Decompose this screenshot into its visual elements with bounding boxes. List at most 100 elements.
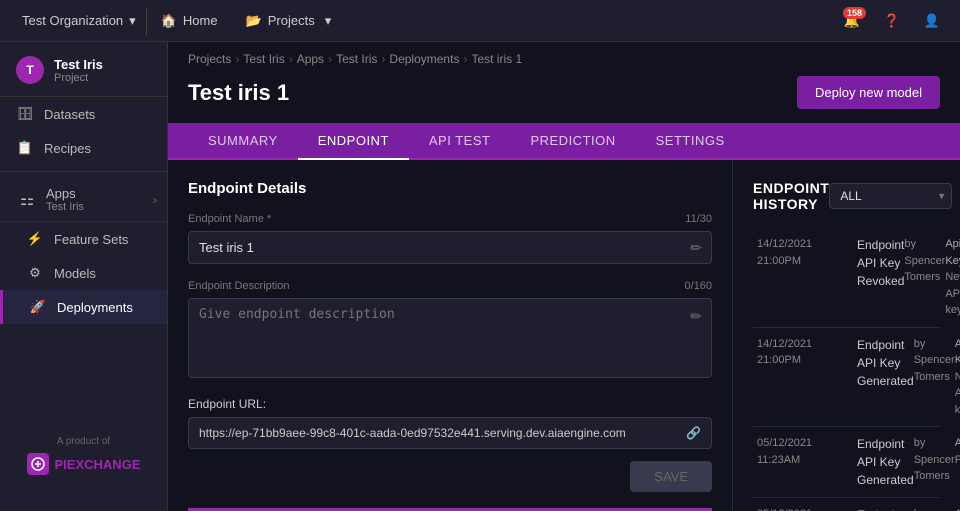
history-event: Endpoint API Key Generated <box>857 506 914 511</box>
page-header: Test iris 1 Deploy new model <box>168 76 960 123</box>
sidebar-item-recipes[interactable]: 📋 Recipes <box>0 131 167 165</box>
feature-sets-label: Feature Sets <box>54 232 128 247</box>
history-event: Endpoint API Key Generated <box>857 435 914 489</box>
tab-settings[interactable]: SETTINGS <box>636 123 745 160</box>
models-icon: ⚙ <box>26 265 44 281</box>
help-icon: ❓ <box>884 13 900 29</box>
history-meta: Api Key New API key <box>955 336 960 419</box>
user-icon: 👤 <box>924 13 940 29</box>
history-date: 05/12/202111:23AM <box>757 506 857 511</box>
breadcrumb-deployments[interactable]: Deployments <box>389 52 459 66</box>
breadcrumb-current: Test iris 1 <box>471 52 522 66</box>
save-button[interactable]: SAVE <box>630 461 712 492</box>
endpoint-desc-group: Endpoint Description 0/160 ✏ <box>188 280 712 381</box>
folder-icon: 📂 <box>246 13 262 29</box>
apps-label: Apps <box>46 186 149 201</box>
sidebar-item-models[interactable]: ⚙ Models <box>0 256 167 290</box>
endpoint-url-label: Endpoint URL: <box>188 397 712 411</box>
piexchange-icon <box>27 453 49 475</box>
main-content: Projects › Test Iris › Apps › Test Iris … <box>168 42 960 511</box>
edit-name-icon[interactable]: ✏ <box>690 239 702 256</box>
endpoint-details-title: Endpoint Details <box>188 180 712 197</box>
endpoint-name-label: Endpoint Name * 11/30 <box>188 213 712 225</box>
history-by: by SpencerTomers <box>914 506 955 511</box>
datasets-icon: 🗄 <box>16 106 34 122</box>
tab-summary[interactable]: SUMMARY <box>188 123 298 160</box>
datasets-label: Datasets <box>44 107 95 122</box>
breadcrumb-projects[interactable]: Projects <box>188 52 231 66</box>
home-label: Home <box>183 13 218 28</box>
deployments-label: Deployments <box>57 300 133 315</box>
app-layout: T Test Iris Project 🗄 Datasets 📋 Recipes… <box>0 42 960 511</box>
breadcrumb-test-iris-2[interactable]: Test Iris <box>336 52 377 66</box>
history-meta-key: Api Key <box>955 435 960 452</box>
recipes-label: Recipes <box>44 141 91 156</box>
sidebar-item-datasets[interactable]: 🗄 Datasets <box>0 97 167 131</box>
history-row: 14/12/202121:00PM Endpoint API Key Revok… <box>753 228 940 328</box>
history-meta: Api Key Development <box>955 506 960 511</box>
breadcrumb-sep-5: › <box>463 52 467 66</box>
history-row: 05/12/202111:23AM Endpoint API Key Gener… <box>753 498 940 511</box>
endpoint-details-panel: Endpoint Details Endpoint Name * 11/30 ✏… <box>168 160 733 511</box>
top-nav: Test Organization ▾ 🏠 Home 📂 Projects ▾ … <box>0 0 960 42</box>
sidebar-item-deployments[interactable]: 🚀 Deployments <box>0 290 167 324</box>
history-row: 05/12/202111:23AM Endpoint API Key Gener… <box>753 427 940 498</box>
home-nav-item[interactable]: 🏠 Home <box>147 7 232 35</box>
history-meta-key: Api Key <box>945 236 960 269</box>
endpoint-desc-textarea[interactable] <box>188 298 712 378</box>
history-by: by SpencerTomers <box>904 236 945 286</box>
endpoint-name-input-wrapper: ✏ <box>188 231 712 264</box>
endpoint-name-counter: 11/30 <box>685 213 712 225</box>
history-filter-select[interactable]: ALL API KEY DEPLOYMENT <box>829 183 952 209</box>
tab-api-test[interactable]: API TEST <box>409 123 511 160</box>
history-event: Endpoint API Key Revoked <box>857 236 904 290</box>
filter-wrapper: ALL API KEY DEPLOYMENT ▾ <box>829 183 952 209</box>
apps-sublabel: Test Iris <box>46 201 149 213</box>
help-button[interactable]: ❓ <box>876 5 908 37</box>
endpoint-history-header: ENDPOINT HISTORY ALL API KEY DEPLOYMENT … <box>753 180 940 212</box>
notifications-button[interactable]: 🔔 158 <box>836 5 868 37</box>
deploy-new-model-button[interactable]: Deploy new model <box>797 76 940 109</box>
breadcrumb-sep-1: › <box>235 52 239 66</box>
recipes-icon: 📋 <box>16 140 34 156</box>
history-by: by SpencerTomers <box>914 336 955 386</box>
endpoint-url-value: https://ep-71bb9aee-99c8-401c-aada-0ed97… <box>199 426 626 440</box>
apps-icon: ⚏ <box>16 190 38 210</box>
sidebar-item-feature-sets[interactable]: ⚡ Feature Sets <box>0 222 167 256</box>
projects-chevron-icon: ▾ <box>325 13 332 29</box>
deployments-icon: 🚀 <box>29 299 47 315</box>
user-menu-button[interactable]: 👤 <box>916 5 948 37</box>
endpoint-history-title: ENDPOINT HISTORY <box>753 180 829 212</box>
brand-label: PIEXCHANGE <box>55 457 141 472</box>
history-event: Endpoint API Key Generated <box>857 336 914 390</box>
tabs-bar: SUMMARY ENDPOINT API TEST PREDICTION SET… <box>168 123 960 160</box>
project-name: Test Iris <box>54 57 151 72</box>
breadcrumb-test-iris-1[interactable]: Test Iris <box>243 52 284 66</box>
history-meta-val: New API key <box>955 369 960 419</box>
projects-nav-item[interactable]: 📂 Projects ▾ <box>232 7 346 35</box>
history-date: 05/12/202111:23AM <box>757 435 857 468</box>
copy-url-icon[interactable]: 🔗 <box>686 426 701 440</box>
edit-desc-icon[interactable]: ✏ <box>690 308 702 325</box>
history-date: 14/12/202121:00PM <box>757 336 857 369</box>
history-meta-key: Api Key <box>955 506 960 511</box>
endpoint-desc-counter: 0/160 <box>684 280 712 292</box>
tab-prediction[interactable]: PREDICTION <box>510 123 635 160</box>
endpoint-name-input[interactable] <box>188 231 712 264</box>
endpoint-name-group: Endpoint Name * 11/30 ✏ <box>188 213 712 264</box>
org-selector[interactable]: Test Organization ▾ <box>12 7 147 35</box>
history-by: by SpencerTomers <box>914 435 955 485</box>
sidebar-apps-item[interactable]: ⚏ Apps Test Iris › <box>0 178 167 222</box>
tab-endpoint[interactable]: ENDPOINT <box>298 123 409 160</box>
breadcrumb-sep-3: › <box>328 52 332 66</box>
sidebar-footer: A product of PIEXCHANGE <box>0 420 167 491</box>
history-meta: Api Key New API key <box>945 236 960 319</box>
history-meta-val: Production <box>955 452 960 469</box>
history-table: 14/12/202121:00PM Endpoint API Key Revok… <box>753 228 940 511</box>
projects-label: Projects <box>268 13 315 28</box>
endpoint-history-panel: ENDPOINT HISTORY ALL API KEY DEPLOYMENT … <box>733 160 960 511</box>
breadcrumb-apps[interactable]: Apps <box>297 52 324 66</box>
org-chevron-icon: ▾ <box>129 13 136 29</box>
org-label: Test Organization <box>22 13 123 28</box>
endpoint-url-box: https://ep-71bb9aee-99c8-401c-aada-0ed97… <box>188 417 712 449</box>
